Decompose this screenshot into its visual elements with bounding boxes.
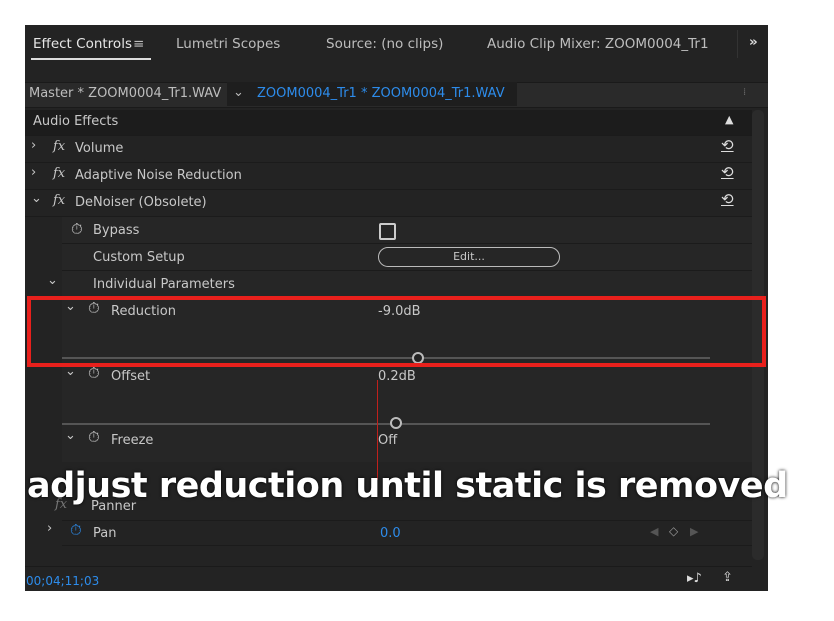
reset-icon[interactable]: ⟲ (721, 136, 734, 154)
highlight-box (27, 296, 766, 367)
tab-source[interactable]: Source: (no clips) (326, 36, 443, 52)
effect-adaptive-noise-reduction[interactable]: Adaptive Noise Reduction (75, 168, 242, 183)
offset-slider[interactable] (62, 423, 710, 425)
add-keyframe-icon[interactable]: ◇ (669, 524, 678, 538)
clip-selector[interactable]: ZOOM0004_Tr1 * ZOOM0004_Tr1.WAV (257, 86, 505, 101)
freeze-value[interactable]: Off (378, 433, 397, 448)
effect-volume[interactable]: Volume (75, 141, 123, 156)
bypass-checkbox[interactable] (379, 223, 396, 240)
offset-slider-handle[interactable] (390, 417, 402, 429)
custom-setup-label: Custom Setup (93, 250, 185, 265)
panel-menu-icon[interactable]: ≡ (133, 36, 144, 52)
freeze-label: Freeze (111, 433, 154, 448)
master-clip-label: Master * ZOOM0004_Tr1.WAV (29, 86, 222, 101)
gripper-icon: ⁞ (743, 87, 747, 98)
fx-icon[interactable]: fx (53, 166, 65, 181)
edit-button[interactable]: Edit... (378, 247, 560, 267)
offset-label: Offset (111, 369, 151, 384)
effect-denoiser[interactable]: DeNoiser (Obsolete) (75, 195, 207, 210)
expand-chevron-icon[interactable]: › (47, 521, 52, 536)
offset-value[interactable]: 0.2dB (378, 369, 416, 384)
stopwatch-icon[interactable]: ⏱ (70, 521, 82, 539)
tab-effect-controls[interactable]: Effect Controls (33, 36, 132, 52)
bypass-label: Bypass (93, 223, 140, 238)
prev-keyframe-icon[interactable]: ◀ (650, 525, 658, 538)
fx-icon[interactable]: fx (53, 139, 65, 154)
tab-audio-clip-mixer[interactable]: Audio Clip Mixer: ZOOM0004_Tr1 (487, 36, 709, 52)
scroll-up-icon[interactable]: ▲ (725, 113, 733, 126)
next-keyframe-icon[interactable]: ▶ (690, 525, 698, 538)
play-audio-icon[interactable]: ▸♪ (687, 571, 702, 586)
expand-chevron-icon[interactable]: › (31, 138, 36, 153)
export-icon[interactable]: ⇪ (722, 570, 733, 585)
tab-overflow-button[interactable]: » (749, 34, 758, 50)
active-tab-underline (31, 58, 151, 60)
tab-lumetri-scopes[interactable]: Lumetri Scopes (176, 36, 280, 52)
fx-icon[interactable]: fx (53, 193, 65, 208)
pan-value[interactable]: 0.0 (380, 526, 401, 541)
reset-icon[interactable]: ⟲ (721, 163, 734, 181)
chevron-down-icon[interactable]: ⌄ (233, 85, 244, 100)
stopwatch-icon[interactable]: ⏱ (71, 220, 83, 238)
stopwatch-icon[interactable]: ⏱ (88, 428, 100, 446)
expand-chevron-icon[interactable]: › (31, 165, 36, 180)
caption-overlay: adjust reduction until static is removed (27, 466, 788, 506)
reset-icon[interactable]: ⟲ (721, 190, 734, 208)
collapse-chevron-icon[interactable]: ⌄ (47, 273, 58, 288)
section-audio-effects: Audio Effects (33, 114, 119, 129)
playhead-line (377, 380, 378, 480)
collapse-chevron-icon[interactable]: ⌄ (31, 191, 42, 206)
timecode[interactable]: 00;04;11;03 (26, 574, 99, 588)
collapse-chevron-icon[interactable]: ⌄ (65, 428, 76, 443)
pan-label: Pan (93, 526, 117, 541)
individual-parameters-label: Individual Parameters (93, 277, 235, 292)
